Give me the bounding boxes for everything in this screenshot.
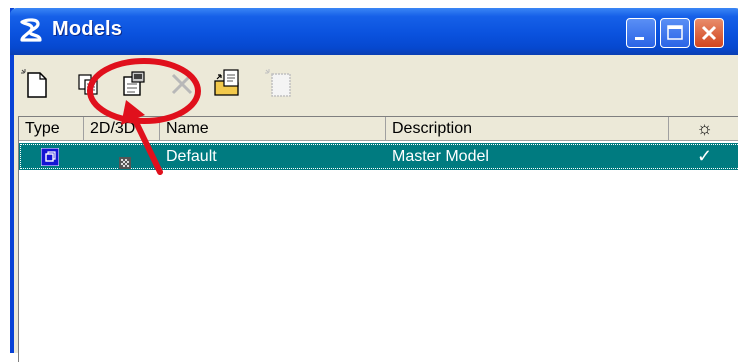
toolbar xyxy=(14,55,738,113)
copy-model-icon xyxy=(78,74,98,95)
window-title: Models xyxy=(52,18,123,40)
column-header-name[interactable]: Name xyxy=(160,117,386,141)
minimize-icon xyxy=(635,37,644,40)
copy-model-button[interactable] xyxy=(74,67,106,99)
import-model-button[interactable] xyxy=(212,67,244,99)
models-list[interactable]: Type 2D/3D Name Description ☼ Default Ma… xyxy=(18,116,738,362)
table-row[interactable]: Default Master Model ✓ xyxy=(19,143,738,170)
close-icon xyxy=(701,25,717,41)
model-description: Master Model xyxy=(392,148,489,165)
close-button[interactable] xyxy=(694,18,724,48)
microstation-logo-icon xyxy=(20,18,42,42)
create-model-from-file-button[interactable] xyxy=(264,67,296,99)
title-bar[interactable]: Models xyxy=(10,8,738,55)
import-model-icon xyxy=(214,69,239,96)
edit-model-properties-icon xyxy=(123,71,145,96)
column-header-2d3d[interactable]: 2D/3D xyxy=(84,117,160,141)
column-header-type[interactable]: Type xyxy=(19,117,84,141)
3d-icon xyxy=(119,151,131,169)
minimize-button[interactable] xyxy=(626,18,656,48)
model-name: Default xyxy=(166,148,217,165)
edit-model-properties-button[interactable] xyxy=(118,67,150,99)
model-type-icon xyxy=(40,147,60,167)
column-header-active[interactable]: ☼ xyxy=(669,117,738,141)
models-window: Models Type 2D/3D Name Description ☼ Def… xyxy=(10,8,738,362)
maximize-button[interactable] xyxy=(660,18,690,48)
new-model-button[interactable] xyxy=(20,67,52,99)
delete-model-button[interactable] xyxy=(166,67,198,99)
column-header-description[interactable]: Description xyxy=(386,117,669,141)
new-model-icon xyxy=(21,69,47,98)
create-model-from-file-icon xyxy=(265,69,291,97)
delete-model-icon xyxy=(171,73,193,95)
active-check: ✓ xyxy=(697,146,713,166)
maximize-icon xyxy=(667,25,683,40)
